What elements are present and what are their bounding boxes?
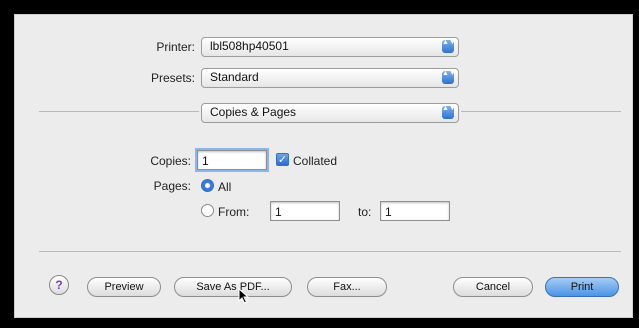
pages-from-label: From: bbox=[218, 205, 250, 219]
mouse-pointer-icon bbox=[238, 288, 250, 304]
section-popup[interactable]: Copies & Pages ▲▼ bbox=[201, 103, 459, 123]
pages-to-field[interactable]: 1 bbox=[380, 201, 450, 221]
presets-value: Standard bbox=[210, 70, 259, 84]
pages-all-radio[interactable] bbox=[201, 179, 214, 192]
collated-label: Collated bbox=[293, 154, 338, 168]
pages-label: Pages: bbox=[153, 179, 191, 193]
separator-top bbox=[39, 111, 199, 112]
help-button[interactable]: ? bbox=[49, 275, 69, 295]
popup-arrows-icon: ▲▼ bbox=[442, 39, 456, 53]
printer-popup[interactable]: lbl508hp40501 ▲▼ bbox=[201, 37, 459, 57]
collated-checkbox[interactable]: ✓ bbox=[276, 153, 289, 166]
copies-label: Copies: bbox=[150, 154, 191, 168]
printer-label: Printer: bbox=[156, 40, 195, 54]
pages-from-radio[interactable] bbox=[201, 204, 214, 217]
print-button[interactable]: Print bbox=[545, 277, 619, 297]
cancel-button[interactable]: Cancel bbox=[453, 277, 533, 297]
separator-top-right bbox=[461, 111, 621, 112]
pages-all-label: All bbox=[218, 180, 232, 194]
presets-label: Presets: bbox=[150, 71, 195, 85]
presets-popup[interactable]: Standard ▲▼ bbox=[201, 68, 459, 88]
fax-button[interactable]: Fax... bbox=[307, 277, 387, 297]
copies-field[interactable]: 1 bbox=[195, 148, 269, 172]
popup-arrows-icon: ▲▼ bbox=[442, 105, 456, 119]
section-value: Copies & Pages bbox=[210, 105, 297, 119]
separator-bottom bbox=[39, 251, 621, 252]
preview-button[interactable]: Preview bbox=[87, 277, 161, 297]
printer-value: lbl508hp40501 bbox=[210, 39, 289, 53]
pages-from-field[interactable]: 1 bbox=[270, 201, 340, 221]
popup-arrows-icon: ▲▼ bbox=[442, 70, 456, 84]
pages-to-label: to: bbox=[358, 205, 372, 219]
print-dialog: Printer: lbl508hp40501 ▲▼ Presets: Stand… bbox=[14, 14, 633, 318]
save-as-pdf-button[interactable]: Save As PDF... bbox=[174, 277, 292, 297]
